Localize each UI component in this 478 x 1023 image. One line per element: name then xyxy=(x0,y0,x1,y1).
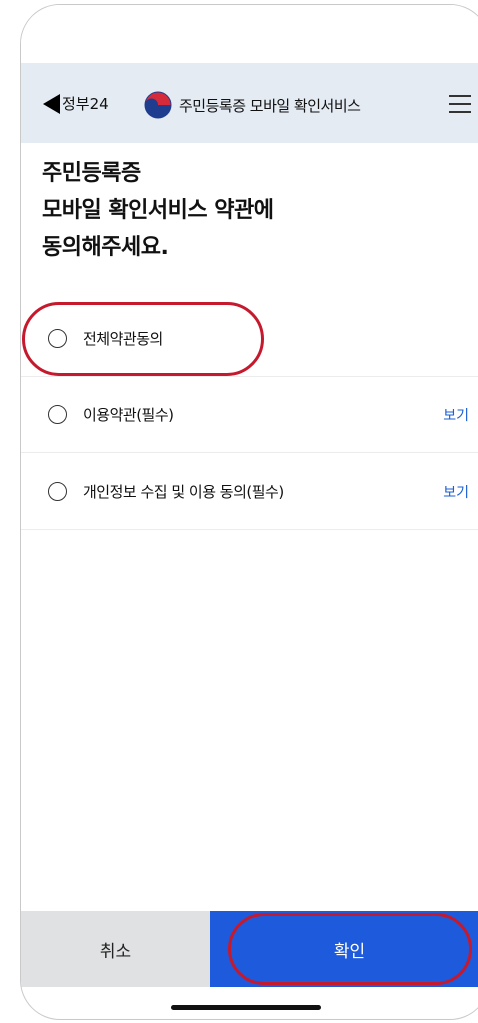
page-title: 주민등록증 모바일 확인서비스 약관에 동의해주세요. xyxy=(42,155,274,266)
home-indicator xyxy=(171,1005,321,1010)
agree-all-radio[interactable] xyxy=(48,329,67,348)
page-title-line: 주민등록증 xyxy=(42,161,141,186)
footer-buttons: 취소 확인 xyxy=(21,911,478,987)
agree-all-row[interactable]: 전체약관동의 xyxy=(21,301,478,377)
privacy-radio[interactable] xyxy=(48,482,67,501)
confirm-label: 확인 xyxy=(333,941,366,962)
terms-radio[interactable] xyxy=(48,405,67,424)
back-button[interactable]: 정부24 xyxy=(43,93,109,114)
government-logo-icon xyxy=(144,91,172,119)
privacy-label: 개인정보 수집 및 이용 동의(필수) xyxy=(83,483,284,501)
page-title-line: 모바일 확인서비스 약관에 xyxy=(42,198,274,223)
agreement-row-terms[interactable]: 이용약관(필수) 보기 xyxy=(21,377,478,453)
cancel-button[interactable]: 취소 xyxy=(21,911,210,987)
back-label: 정부24 xyxy=(62,95,109,113)
status-bar xyxy=(21,5,478,63)
terms-view-link[interactable]: 보기 xyxy=(443,405,469,425)
phone-frame: 정부24 주민등록증 모바일 확인서비스 주민등록증 모바일 확인서비스 약관에… xyxy=(20,4,478,1020)
header-title: 주민등록증 모바일 확인서비스 xyxy=(179,97,361,115)
agree-all-label: 전체약관동의 xyxy=(83,330,163,348)
agreement-row-privacy[interactable]: 개인정보 수집 및 이용 동의(필수) 보기 xyxy=(21,454,478,530)
back-arrow-icon xyxy=(43,93,60,114)
confirm-button[interactable]: 확인 xyxy=(210,911,478,987)
page-title-line: 동의해주세요. xyxy=(42,235,169,260)
app-header: 정부24 주민등록증 모바일 확인서비스 xyxy=(21,63,478,143)
hamburger-menu-icon[interactable] xyxy=(449,95,471,113)
privacy-view-link[interactable]: 보기 xyxy=(443,482,469,502)
terms-label: 이용약관(필수) xyxy=(83,406,174,424)
